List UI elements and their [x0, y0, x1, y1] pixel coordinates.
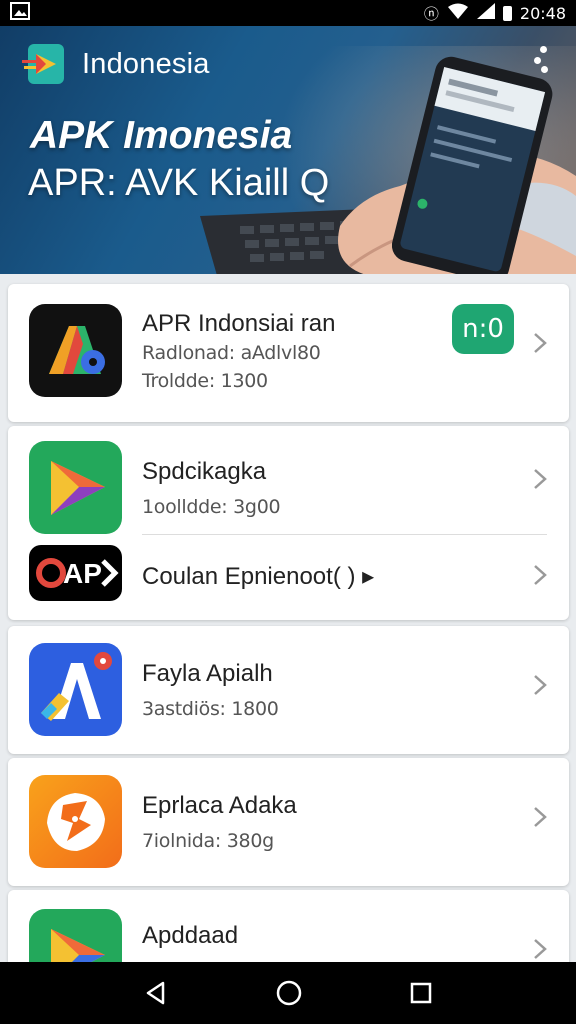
app-meta: 1oolldde: 3g00 [142, 496, 281, 518]
wifi-icon [447, 3, 469, 23]
status-time: 20:48 [519, 3, 566, 23]
recents-icon[interactable] [409, 981, 433, 1005]
list-item[interactable]: APR Indonsiai ran Radlonad: aAdlvl80 Tro… [8, 284, 569, 422]
status-bar: ⓝ 20:48 [0, 0, 576, 26]
app-name: Eprlaca Adaka [142, 792, 297, 819]
play-app-icon [29, 441, 122, 534]
signal-icon [476, 3, 495, 23]
app-card: APR Indonsiai ran Radlonad: aAdlvl80 Tro… [8, 284, 569, 422]
app-name: Fayla Apialh [142, 660, 273, 687]
app-name: Coulan Epnienoot( ) ▸ [142, 563, 375, 590]
back-icon[interactable] [143, 980, 169, 1006]
app-meta: Radlonad: aAdlvl80 [142, 342, 321, 364]
app-meta: 3astdiös: 1800 [142, 698, 279, 720]
list-item[interactable]: Eprlaca Adaka 7iolnida: 380g [8, 758, 569, 886]
hero-headline: APK Imonesia [30, 114, 293, 157]
home-icon[interactable] [275, 979, 303, 1007]
chevron-right-icon [533, 564, 547, 586]
list-item[interactable]: Spdcikagka 1oolldde: 3g00 [8, 426, 569, 534]
hero-banner: Indonesia APK Imonesia APR: AVK Kiaill Q [0, 26, 576, 274]
list-item[interactable]: Fayla Apialh 3astdiös: 1800 [8, 626, 569, 754]
more-vertical-icon[interactable] [534, 46, 548, 76]
apk-app-icon [29, 304, 122, 397]
chevron-right-icon [533, 938, 547, 960]
svg-text:AP: AP [63, 558, 102, 589]
fox-app-icon [29, 775, 122, 868]
chevron-right-icon [533, 468, 547, 490]
app-meta: Troldde: 1300 [142, 370, 268, 392]
image-icon [10, 2, 30, 24]
app-bar: Indonesia [22, 42, 210, 86]
app-card: Fayla Apialh 3astdiös: 1800 [8, 626, 569, 754]
letter-a-app-icon [29, 643, 122, 736]
app-logo-icon [22, 44, 64, 84]
app-card: Eprlaca Adaka 7iolnida: 380g [8, 758, 569, 886]
nfc-icon: ⓝ [423, 4, 439, 23]
chevron-right-icon [533, 806, 547, 828]
app-title: Indonesia [82, 47, 210, 80]
phone-illustration [392, 56, 553, 274]
app-name: APR Indonsiai ran [142, 310, 336, 337]
status-badge[interactable]: n:0 [452, 304, 514, 354]
app-card: Spdcikagka 1oolldde: 3g00 AP Coulan Epni… [8, 426, 569, 620]
chevron-right-icon [533, 332, 547, 354]
app-meta: 7iolnida: 380g [142, 830, 274, 852]
navigation-bar [0, 962, 576, 1024]
divider [142, 534, 547, 535]
list-item[interactable]: AP Coulan Epnienoot( ) ▸ [8, 536, 569, 618]
chevron-right-icon [533, 674, 547, 696]
hero-subheadline: APR: AVK Kiaill Q [28, 162, 330, 204]
app-name: Apddaad [142, 922, 239, 949]
app-name: Spdcikagka [142, 458, 267, 485]
battery-icon [502, 5, 512, 21]
apk-logo-icon: AP [29, 545, 122, 601]
